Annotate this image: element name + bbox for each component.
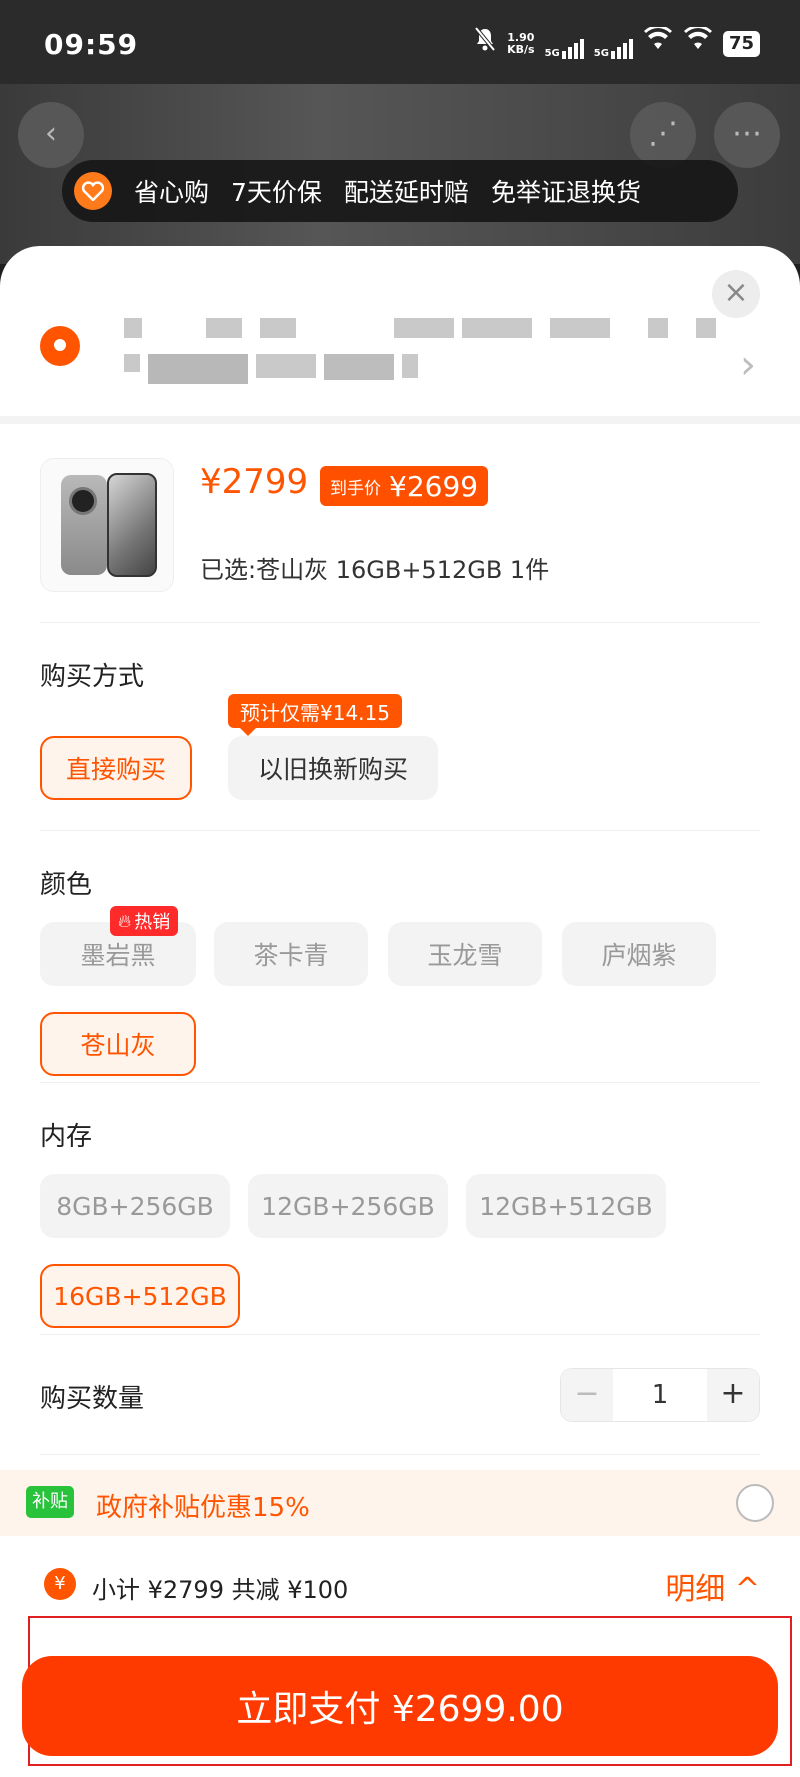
net-speed-unit: KB/s bbox=[507, 42, 535, 56]
guarantee-item: 省心购 bbox=[134, 178, 210, 207]
memory-option[interactable]: 8GB+256GB bbox=[40, 1174, 230, 1238]
battery-icon: 75 bbox=[722, 30, 760, 57]
sim1-label: 5G bbox=[544, 47, 560, 59]
location-pin-icon bbox=[40, 326, 80, 366]
selected-spec: 已选:苍山灰 16GB+512GB 1件 bbox=[200, 556, 550, 584]
quantity-value[interactable]: 1 bbox=[613, 1380, 707, 1410]
more-icon[interactable]: ⋯ bbox=[714, 102, 780, 168]
color-title: 颜色 bbox=[40, 870, 93, 900]
product-price: ¥2799 bbox=[200, 462, 309, 502]
subsidy-radio[interactable] bbox=[736, 1484, 774, 1522]
chevron-right-icon: › bbox=[740, 342, 756, 388]
option-tradein-buy[interactable]: 以旧换新购买 bbox=[228, 736, 438, 800]
memory-option[interactable]: 12GB+256GB bbox=[248, 1174, 448, 1238]
memory-title: 内存 bbox=[40, 1122, 93, 1152]
signal-sim2-icon: 5G bbox=[594, 29, 633, 59]
memory-option[interactable]: 12GB+512GB bbox=[466, 1174, 666, 1238]
divider bbox=[40, 622, 760, 623]
color-option[interactable]: 玉龙雪 bbox=[388, 922, 542, 986]
net-speed-value: 1.90 bbox=[507, 30, 535, 44]
heart-icon bbox=[74, 172, 112, 210]
status-bar: 09:59 1.90 KB/s 5G 5G 75 bbox=[0, 0, 800, 84]
final-price-badge: 到手价 ¥2699 bbox=[320, 466, 489, 506]
status-icons: 1.90 KB/s 5G 5G 75 bbox=[473, 25, 760, 61]
divider bbox=[40, 1454, 760, 1455]
delivery-address[interactable]: › bbox=[0, 246, 800, 416]
sim2-label: 5G bbox=[593, 47, 609, 59]
signal-sim1-icon: 5G bbox=[545, 29, 584, 59]
purchase-method-title: 购买方式 bbox=[40, 662, 145, 692]
quantity-stepper: − 1 + bbox=[560, 1368, 760, 1422]
guarantee-item: 7天价保 bbox=[231, 178, 322, 207]
option-direct-buy[interactable]: 直接购买 bbox=[40, 736, 192, 800]
product-summary: ¥2799 到手价 ¥2699 已选:苍山灰 16GB+512GB 1件 bbox=[40, 458, 760, 618]
back-icon[interactable]: ‹ bbox=[18, 102, 84, 168]
tradein-tip-badge: 预计仅需¥14.15 bbox=[228, 694, 402, 736]
quantity-plus-button[interactable]: + bbox=[707, 1369, 759, 1421]
color-option[interactable]: 庐烟紫 bbox=[562, 922, 716, 986]
quantity-title: 购买数量 bbox=[40, 1384, 145, 1414]
detail-toggle[interactable]: 明细 ^ bbox=[665, 1564, 760, 1608]
status-time: 09:59 bbox=[44, 28, 139, 61]
fire-icon: 🔥︎ bbox=[118, 910, 132, 932]
pay-now-button[interactable]: 立即支付 ¥2699.00 bbox=[22, 1656, 778, 1756]
address-blur-line bbox=[124, 318, 716, 338]
address-blur-line bbox=[124, 354, 418, 384]
phone-front-image bbox=[107, 473, 157, 577]
color-option-selected[interactable]: 苍山灰 bbox=[40, 1012, 196, 1076]
yen-coin-icon: ¥ bbox=[44, 1568, 76, 1600]
divider bbox=[40, 830, 760, 831]
subsidy-tag: 补贴 bbox=[26, 1486, 74, 1518]
subsidy-text: 政府补贴优惠15% bbox=[96, 1493, 310, 1523]
mute-bell-icon bbox=[473, 26, 497, 61]
final-price-label: 到手价 bbox=[330, 478, 381, 499]
divider bbox=[40, 1334, 760, 1335]
subsidy-row[interactable]: 补贴 政府补贴优惠15% bbox=[0, 1470, 800, 1536]
hot-label: 热销 bbox=[134, 912, 171, 933]
net-speed: 1.90 KB/s bbox=[507, 30, 535, 56]
divider bbox=[40, 1082, 760, 1083]
wifi-icon-2 bbox=[683, 25, 713, 60]
quantity-minus-button[interactable]: − bbox=[561, 1369, 613, 1421]
final-price-value: ¥2699 bbox=[389, 469, 479, 503]
guarantee-item: 配送延时赔 bbox=[343, 178, 469, 207]
guarantee-item: 免举证退换货 bbox=[490, 178, 641, 207]
purchase-sheet: × › ¥2799 到手价 ¥2699 已选:苍山灰 16GB+512GB 1件… bbox=[0, 246, 800, 1777]
color-option[interactable]: 茶卡青 bbox=[214, 922, 368, 986]
divider bbox=[0, 416, 800, 424]
wifi-icon bbox=[643, 25, 673, 60]
share-icon[interactable]: ⋰ bbox=[630, 102, 696, 168]
memory-option-selected[interactable]: 16GB+512GB bbox=[40, 1264, 240, 1328]
product-thumbnail bbox=[40, 458, 174, 592]
phone-back-image bbox=[61, 475, 107, 575]
guarantee-banner: 省心购 7天价保 配送延时赔 免举证退换货 bbox=[62, 160, 738, 222]
subtotal-text: 小计 ¥2799 共减 ¥100 bbox=[92, 1576, 349, 1604]
hot-badge: 🔥︎ 热销 bbox=[110, 906, 179, 936]
